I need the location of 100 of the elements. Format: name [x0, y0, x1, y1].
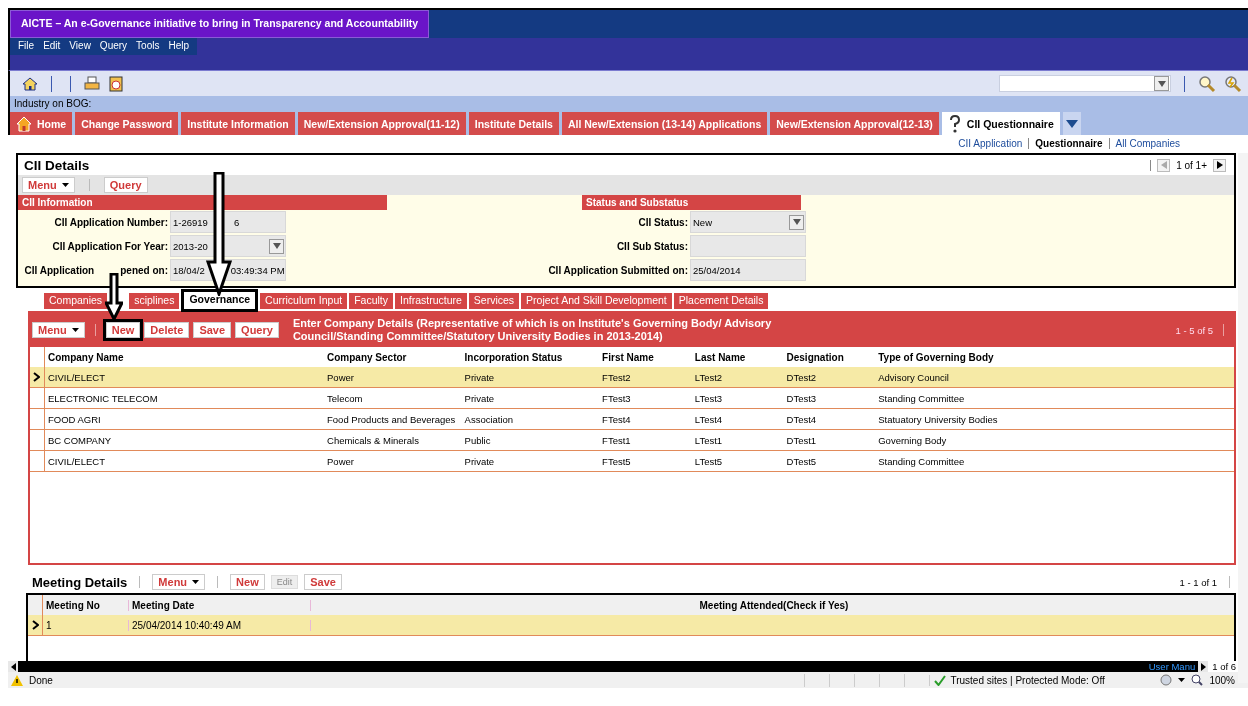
column-header[interactable]: Meeting Attended(Check if Yes): [311, 599, 1234, 611]
view-tab[interactable]: sciplines: [129, 293, 180, 309]
column-header[interactable]: Incorporation Status: [461, 351, 600, 363]
text-field[interactable]: 25/04/2014: [690, 259, 806, 281]
table-cell-text: Public: [463, 434, 492, 446]
pager-text: 1 - 1 of 1: [1179, 576, 1217, 588]
chevron-icon: [31, 620, 39, 630]
screen-tab[interactable]: Institute Details: [468, 112, 559, 135]
table-cell-text: Food Products and Beverages: [326, 413, 457, 425]
table-cell-text: Chemicals & Minerals: [326, 434, 420, 446]
check-icon: [934, 674, 947, 686]
table-row[interactable]: BC COMPANY Chemicals & Minerals Public FTest1 LTest1 DTest1 Governing Body: [30, 430, 1234, 451]
menu-button[interactable]: Menu: [22, 177, 75, 193]
column-header[interactable]: First Name: [599, 351, 692, 363]
field-label: CII Application For Year:: [52, 240, 168, 252]
column-header[interactable]: Meeting No: [43, 599, 129, 611]
new-button[interactable]: New: [105, 322, 141, 338]
caret-icon[interactable]: [1178, 678, 1186, 682]
view-link[interactable]: All Companies: [1115, 138, 1180, 149]
search-dropdown[interactable]: [999, 75, 1171, 92]
table-cell-text: Advisory Council: [877, 371, 950, 383]
user-manual-link[interactable]: User Manu: [1148, 661, 1199, 672]
screen-tab[interactable]: New/Extension Approval(12-13): [770, 112, 939, 135]
field-label: CII Application Number:: [54, 216, 168, 228]
view-link[interactable]: CII Application: [958, 138, 1023, 149]
menu-item[interactable]: File: [18, 40, 35, 51]
table-row[interactable]: 1 25/04/2014 10:40:49 AM: [28, 615, 1234, 636]
table-cell-text: Telecom: [326, 392, 364, 404]
table-cell-text: Standing Committee: [877, 455, 966, 467]
globe-icon[interactable]: [1160, 674, 1173, 686]
menu-item[interactable]: View: [69, 40, 91, 51]
menu-item[interactable]: Edit: [43, 40, 61, 51]
table-cell-text: Statuatory University Bodies: [877, 413, 999, 425]
right-arrow-icon: [1216, 161, 1223, 169]
view-tab[interactable]: Faculty: [349, 293, 393, 309]
search-icon[interactable]: [1198, 74, 1216, 93]
table-cell-text: LTest1: [693, 434, 724, 446]
query-button[interactable]: Query: [235, 322, 279, 338]
dropdown-arrow-icon: [1156, 80, 1167, 87]
table-row[interactable]: ELECTRONIC TELECOM Telecom Private FTest3 LTest3 DTest3 Standing Committee: [30, 388, 1234, 409]
text-field[interactable]: [690, 235, 806, 257]
dropdown-arrow-icon: [271, 243, 282, 249]
new-button[interactable]: New: [230, 574, 265, 590]
screen-tab[interactable]: Home: [10, 112, 73, 135]
field-label: CII Application Submitted on:: [547, 264, 689, 276]
home-icon: [16, 115, 32, 132]
table-cell-text: LTest4: [693, 413, 724, 425]
view-tab[interactable]: Services: [468, 293, 520, 309]
menu-button[interactable]: Menu: [152, 574, 206, 590]
menu-item[interactable]: Help: [168, 40, 190, 51]
screen-tab[interactable]: Institute Information: [181, 112, 295, 135]
screen-tab[interactable]: Change Password: [75, 112, 179, 135]
column-header[interactable]: Meeting Date: [129, 599, 311, 611]
menu-button[interactable]: Menu: [32, 322, 85, 338]
table-cell-text: LTest2: [693, 371, 724, 383]
save-button[interactable]: Save: [304, 574, 342, 590]
field-label: pened on:: [120, 264, 168, 276]
table-row[interactable]: CIVIL/ELECT Power Private FTest2 LTest2 DTest2 Advisory Council: [30, 367, 1234, 388]
column-header[interactable]: Company Sector: [324, 351, 462, 363]
menu-item[interactable]: Query: [99, 40, 128, 51]
save-button[interactable]: Save: [193, 322, 232, 338]
delete-button[interactable]: Delete: [144, 322, 190, 338]
column-header[interactable]: Type of Governing Body: [875, 351, 1234, 363]
table-row[interactable]: FOOD AGRI Food Products and Beverages Association FTest4 LTest4 DTest4 Statuatory University Bodies: [30, 409, 1234, 430]
dropdown-field[interactable]: 2013-20: [170, 235, 286, 257]
security-zone-text: Trusted sites | Protected Mode: Off: [950, 674, 1105, 686]
scroll-right-button[interactable]: [1198, 661, 1209, 672]
view-link[interactable]: Questionnaire: [1035, 138, 1103, 149]
menu-item[interactable]: Tools: [136, 40, 160, 51]
zoom-level[interactable]: 100%: [1209, 674, 1235, 686]
view-tab[interactable]: Curriculum Input: [260, 293, 348, 309]
table-cell-text: Power: [326, 371, 355, 383]
more-tabs-button[interactable]: [1062, 112, 1081, 135]
view-tab[interactable]: Project And Skill Development: [521, 293, 672, 309]
warning-icon: [11, 674, 23, 686]
screen-tab[interactable]: CII Questionnaire: [941, 112, 1060, 135]
dropdown-field[interactable]: New: [690, 211, 806, 233]
screen-tab[interactable]: All New/Extension (13-14) Applications: [561, 112, 768, 135]
view-tab[interactable]: Infrastructure: [395, 293, 467, 309]
view-tab[interactable]: Companies: [44, 293, 108, 309]
table-cell-text: Private: [463, 392, 496, 404]
table-cell-text: Power: [326, 455, 355, 467]
home-icon[interactable]: [22, 75, 38, 92]
column-header[interactable]: Designation: [783, 351, 876, 363]
view-tab[interactable]: Placement Details: [673, 293, 769, 309]
caret-icon: [1065, 119, 1078, 128]
printer-icon[interactable]: [84, 75, 100, 92]
field-label: CII Sub Status:: [615, 240, 689, 252]
text-field[interactable]: 1-26919 6: [170, 211, 286, 233]
scroll-left-button[interactable]: [8, 661, 18, 672]
table-cell-text: FTest3: [601, 392, 632, 404]
next-button[interactable]: [1213, 158, 1226, 172]
column-header[interactable]: Company Name: [44, 351, 324, 363]
query-button[interactable]: Query: [103, 177, 148, 193]
search-icon[interactable]: [1224, 74, 1242, 93]
screen-tab[interactable]: New/Extension Approval(11-12): [297, 112, 466, 135]
zoom-icon[interactable]: [1191, 674, 1204, 686]
table-row[interactable]: CIVIL/ELECT Power Private FTest5 LTest5 DTest5 Standing Committee: [30, 451, 1234, 472]
question-mark-icon: [947, 114, 962, 133]
column-header[interactable]: Last Name: [691, 351, 784, 363]
